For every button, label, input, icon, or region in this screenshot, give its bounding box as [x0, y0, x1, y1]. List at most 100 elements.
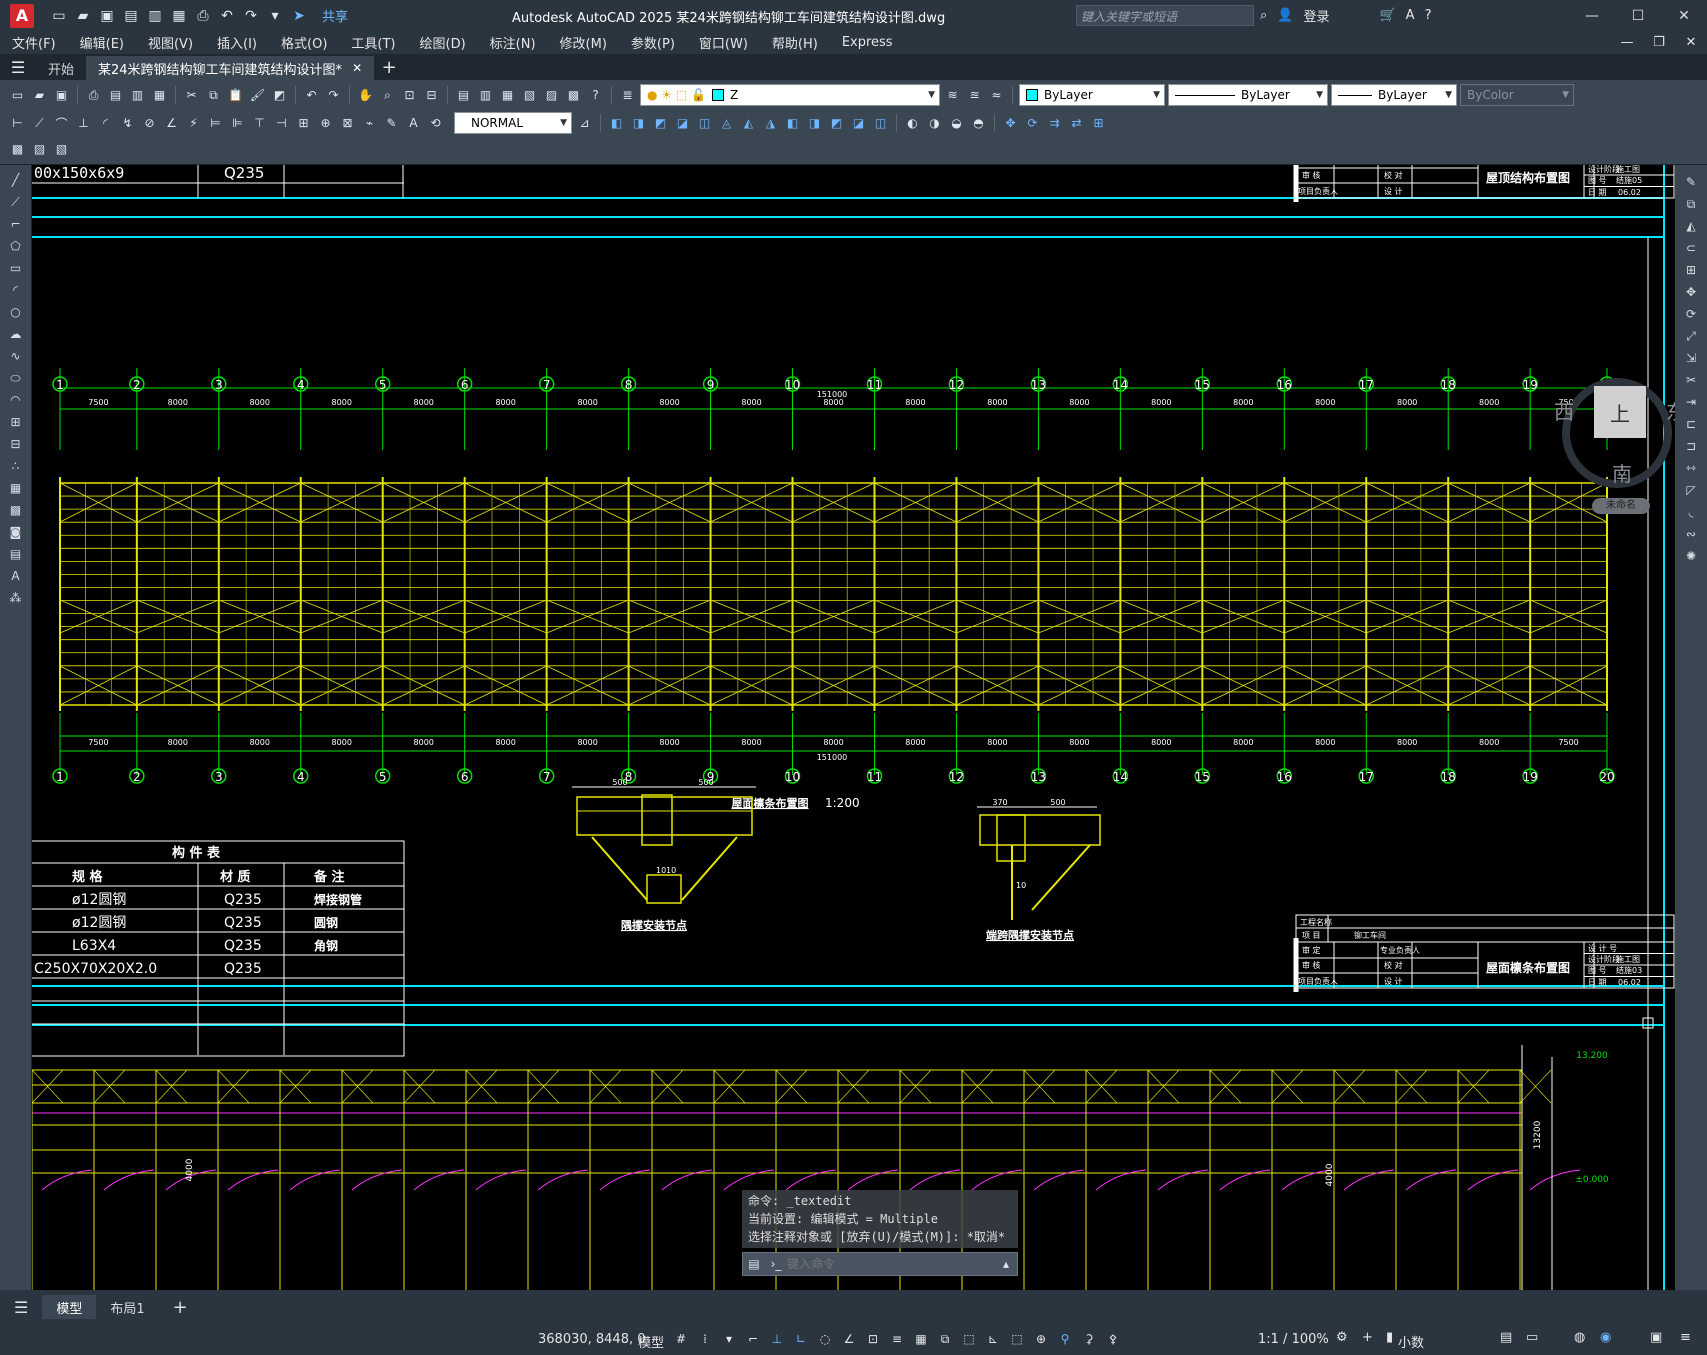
spline-icon[interactable]: ∿ — [6, 347, 26, 365]
offset-icon[interactable]: ⊂ — [1681, 239, 1701, 257]
3d-torus-icon[interactable]: ◬ — [717, 114, 736, 133]
transparency-icon[interactable]: ▦ — [912, 1330, 930, 1348]
menu-tools[interactable]: 工具(T) — [339, 33, 407, 52]
3d-cylinder-icon[interactable]: ◫ — [695, 114, 714, 133]
extend-icon[interactable]: ⇥ — [1681, 393, 1701, 411]
user-icon[interactable]: 👤 — [1277, 8, 1293, 23]
drawing-canvas[interactable]: 00x150x6x9Q235 审 定审 核项目负责人专业负责人校 对设 计屋顶结… — [32, 165, 1675, 1290]
menu-format[interactable]: 格式(O) — [269, 33, 339, 52]
color-dropdown[interactable]: ByLayer ▼ — [1019, 84, 1165, 106]
save-as-icon[interactable]: ▤ — [122, 7, 140, 25]
isodraft-icon[interactable]: ◌ — [816, 1330, 834, 1348]
minimize-icon[interactable]: — — [1569, 0, 1615, 31]
3d-section-icon[interactable]: ◓ — [969, 114, 988, 133]
break-icon[interactable]: ⊐ — [1681, 437, 1701, 455]
tb-zoom-window-icon[interactable]: ⊡ — [400, 86, 419, 105]
join-icon[interactable]: ⇿ — [1681, 459, 1701, 477]
units-dropdown[interactable]: 小数 — [1398, 1332, 1424, 1351]
center-mark-icon[interactable]: ⊕ — [316, 114, 335, 133]
tb-zoom-previous-icon[interactable]: ⊟ — [422, 86, 441, 105]
tb-save-icon[interactable]: ▣ — [52, 86, 71, 105]
jogged-linear-icon[interactable]: ⌁ — [360, 114, 379, 133]
dim-arc-icon[interactable]: ⌒ — [52, 114, 71, 133]
rotate-icon[interactable]: ⟳ — [1681, 305, 1701, 323]
autodesk-app-icon[interactable]: A — [1406, 8, 1415, 23]
dim-ordinate-icon[interactable]: ⊥ — [74, 114, 93, 133]
tab-close-icon[interactable]: ✕ — [352, 61, 362, 75]
search-icon[interactable]: ⌕ — [1260, 8, 1267, 23]
add-layout-icon[interactable]: + — [159, 1295, 202, 1319]
menu-draw[interactable]: 绘图(D) — [408, 33, 478, 52]
dim-diameter-icon[interactable]: ⊘ — [140, 114, 159, 133]
3d-move-icon[interactable]: ✥ — [1001, 114, 1020, 133]
tb-toolpalettes-icon[interactable]: ▦ — [498, 86, 517, 105]
autocad-logo-icon[interactable]: A — [10, 3, 34, 28]
linetype-dropdown[interactable]: ByLayer ▼ — [1168, 84, 1328, 106]
hatch-icon[interactable]: ▦ — [6, 479, 26, 497]
3d-loft-icon[interactable]: ◩ — [827, 114, 846, 133]
3d-box-icon[interactable]: ◧ — [607, 114, 626, 133]
tb-help-icon[interactable]: ? — [586, 86, 605, 105]
stretch-icon[interactable]: ⇲ — [1681, 349, 1701, 367]
command-input[interactable] — [787, 1257, 995, 1271]
dim-style-icon[interactable]: ⊿ — [575, 114, 594, 133]
viewcube-south[interactable]: 南 — [1612, 458, 1632, 487]
ellipse-arc-icon[interactable]: ◠ — [6, 391, 26, 409]
tb-layer-properties-icon[interactable]: ≣ — [618, 86, 637, 105]
dim-text-edit-icon[interactable]: A — [404, 114, 423, 133]
tb-new-icon[interactable]: ▭ — [8, 86, 27, 105]
erase-icon[interactable]: ✎ — [1681, 173, 1701, 191]
region-icon[interactable]: ◙ — [6, 523, 26, 541]
tb-designcenter-icon[interactable]: ▥ — [476, 86, 495, 105]
3d-mirror-icon[interactable]: ⇄ — [1067, 114, 1086, 133]
3d-osnap-icon[interactable]: ⬚ — [960, 1330, 978, 1348]
dim-update-icon[interactable]: ⟲ — [426, 114, 445, 133]
auto-scale-icon[interactable]: ⚳ — [1080, 1330, 1098, 1348]
save-icon[interactable]: ▣ — [98, 7, 116, 25]
3d-sphere-icon[interactable]: ◪ — [673, 114, 692, 133]
tb-undo-icon[interactable]: ↶ — [302, 86, 321, 105]
viewcube-east[interactable]: 东 — [1666, 396, 1675, 425]
grid-icon[interactable]: # — [672, 1330, 690, 1348]
attach-image-icon[interactable]: ▨ — [30, 140, 49, 159]
menu-dimension[interactable]: 标注(N) — [478, 33, 548, 52]
menu-view[interactable]: 视图(V) — [136, 33, 205, 52]
dynamic-input-icon[interactable]: ⌐ — [744, 1330, 762, 1348]
menu-express[interactable]: Express — [830, 35, 905, 50]
scale-icon[interactable]: ⤢ — [1681, 327, 1701, 345]
trim-icon[interactable]: ✂ — [1681, 371, 1701, 389]
chamfer-icon[interactable]: ◸ — [1681, 481, 1701, 499]
plot-icon[interactable]: ⎙ — [194, 7, 212, 25]
3d-array-icon[interactable]: ⊞ — [1089, 114, 1108, 133]
tb-calculator-icon[interactable]: ▩ — [564, 86, 583, 105]
raster-image-icon[interactable]: ▩ — [8, 140, 27, 159]
annotation-scale[interactable]: 1:1 / 100% — [1258, 1332, 1329, 1347]
quick-properties-icon[interactable]: ▤ — [1500, 1330, 1512, 1345]
maximize-icon[interactable]: ☐ — [1615, 0, 1661, 31]
close-icon[interactable]: ✕ — [1661, 0, 1707, 31]
snap-icon[interactable]: ⁞ — [696, 1330, 714, 1348]
tb-3dprint-icon[interactable]: ▦ — [150, 86, 169, 105]
copy-object-icon[interactable]: ⧉ — [1681, 195, 1701, 213]
share-button[interactable]: 共享 — [322, 6, 348, 25]
dynamic-ucs-icon[interactable]: ⊾ — [984, 1330, 1002, 1348]
infer-icon[interactable]: ▾ — [720, 1330, 738, 1348]
3d-interfere-icon[interactable]: ◑ — [925, 114, 944, 133]
new-tab-icon[interactable]: + — [374, 56, 404, 80]
selection-cycling-icon[interactable]: ⧉ — [936, 1330, 954, 1348]
rectangle-icon[interactable]: ▭ — [6, 259, 26, 277]
annomonitor-icon[interactable]: + — [1362, 1330, 1373, 1345]
3d-sweep-icon[interactable]: ◨ — [805, 114, 824, 133]
tb-make-current-icon[interactable]: ≋ — [943, 86, 962, 105]
command-recent-icon[interactable]: ▴ — [995, 1257, 1017, 1271]
3d-cone-icon[interactable]: ◩ — [651, 114, 670, 133]
share-icon[interactable]: ➤ — [290, 7, 308, 25]
menu-file[interactable]: 文件(F) — [0, 33, 68, 52]
tb-zoom-realtime-icon[interactable]: ⌕ — [378, 86, 397, 105]
ortho-icon[interactable]: ⊥ — [768, 1330, 786, 1348]
undo-icon[interactable]: ↶ — [218, 7, 236, 25]
text-style-dropdown[interactable]: NORMAL ▼ — [454, 112, 572, 134]
polar-icon[interactable]: ∟ — [792, 1330, 810, 1348]
3d-align-icon[interactable]: ⇉ — [1045, 114, 1064, 133]
dim-linear-icon[interactable]: ⊢ — [8, 114, 27, 133]
